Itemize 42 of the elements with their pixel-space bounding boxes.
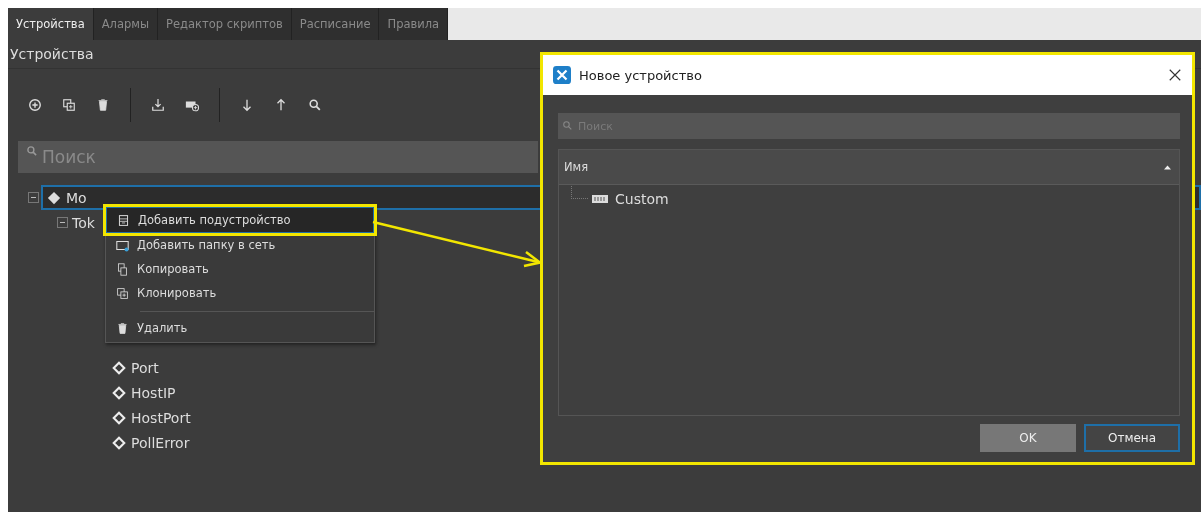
tree-node[interactable]: PollError (110, 432, 192, 453)
column-header[interactable]: Имя (559, 150, 1179, 185)
copy-icon (116, 262, 129, 276)
menu-item[interactable]: Копировать (106, 257, 374, 281)
sort-up-icon (1164, 164, 1171, 170)
menu-item[interactable]: Удалить (106, 316, 374, 340)
add-icon[interactable] (28, 98, 42, 112)
arrow-up-icon[interactable] (274, 98, 288, 112)
dialog-title: Новое устройство (579, 67, 703, 83)
ok-button[interactable]: OK (980, 424, 1076, 452)
diamond-outline-icon (112, 410, 126, 425)
collapse-toggle[interactable] (57, 217, 68, 228)
import-icon[interactable] (151, 98, 165, 112)
tree-node[interactable]: Port (110, 357, 161, 378)
menu-item[interactable]: Добавить папку в сеть (106, 233, 374, 257)
diamond-outline-icon (112, 360, 126, 375)
tab[interactable]: Правила (379, 8, 449, 40)
menu-item[interactable]: Клонировать (106, 281, 374, 305)
diamond-icon (47, 190, 61, 205)
diamond-outline-icon (112, 435, 126, 450)
collapse-toggle[interactable] (28, 192, 39, 203)
tree-node[interactable]: HostPort (110, 407, 193, 428)
clone-icon (116, 286, 129, 300)
tree-node[interactable]: HostIP (110, 382, 178, 403)
close-icon[interactable] (1168, 68, 1182, 82)
arrow-down-icon[interactable] (240, 98, 254, 112)
tab[interactable]: Алармы (93, 8, 158, 40)
diamond-outline-icon (112, 385, 126, 400)
device-icon (117, 213, 130, 227)
search-icon[interactable] (308, 98, 322, 112)
tree-node[interactable]: Tok (70, 212, 97, 233)
folder-icon (116, 238, 129, 252)
tab[interactable]: Устройства (8, 8, 94, 40)
tab[interactable]: Расписание (291, 8, 380, 40)
clone-icon[interactable] (62, 98, 76, 112)
cancel-button[interactable]: Отмена (1084, 424, 1180, 452)
device-icon (592, 195, 608, 203)
device-type-item[interactable]: Custom (588, 191, 673, 207)
trash-icon[interactable] (96, 98, 110, 112)
trash-icon (116, 321, 129, 335)
tab[interactable]: Редактор скриптов (158, 8, 292, 40)
menu-item[interactable]: Добавить подустройство (106, 207, 374, 233)
